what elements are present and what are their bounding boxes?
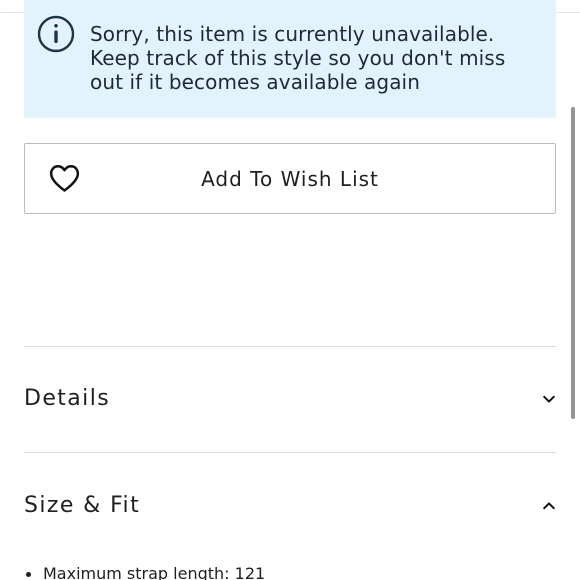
details-title: Details: [24, 386, 111, 411]
strap-length-text: Maximum strap length: 121: [43, 564, 266, 580]
section-divider: [24, 452, 556, 453]
size-fit-list: Maximum strap length: 121: [24, 564, 265, 580]
chevron-down-icon: [543, 395, 555, 403]
section-divider: [24, 346, 556, 347]
chevron-up-icon: [543, 502, 555, 510]
list-item: Maximum strap length: 121: [24, 564, 265, 580]
page-scrollbar[interactable]: [571, 107, 575, 419]
info-icon: [37, 15, 75, 53]
details-accordion-header[interactable]: Details: [24, 371, 556, 427]
bullet-icon: [26, 572, 31, 577]
size-fit-accordion-header[interactable]: Size & Fit: [24, 478, 556, 534]
add-to-wish-list-button[interactable]: Add To Wish List: [24, 143, 556, 214]
wish-list-label: Add To Wish List: [201, 167, 379, 191]
size-fit-title: Size & Fit: [24, 493, 141, 518]
unavailable-notice: Sorry, this item is currently unavailabl…: [24, 0, 556, 118]
notice-message: Sorry, this item is currently unavailabl…: [90, 22, 506, 94]
product-page-viewport: Sorry, this item is currently unavailabl…: [0, 0, 580, 580]
